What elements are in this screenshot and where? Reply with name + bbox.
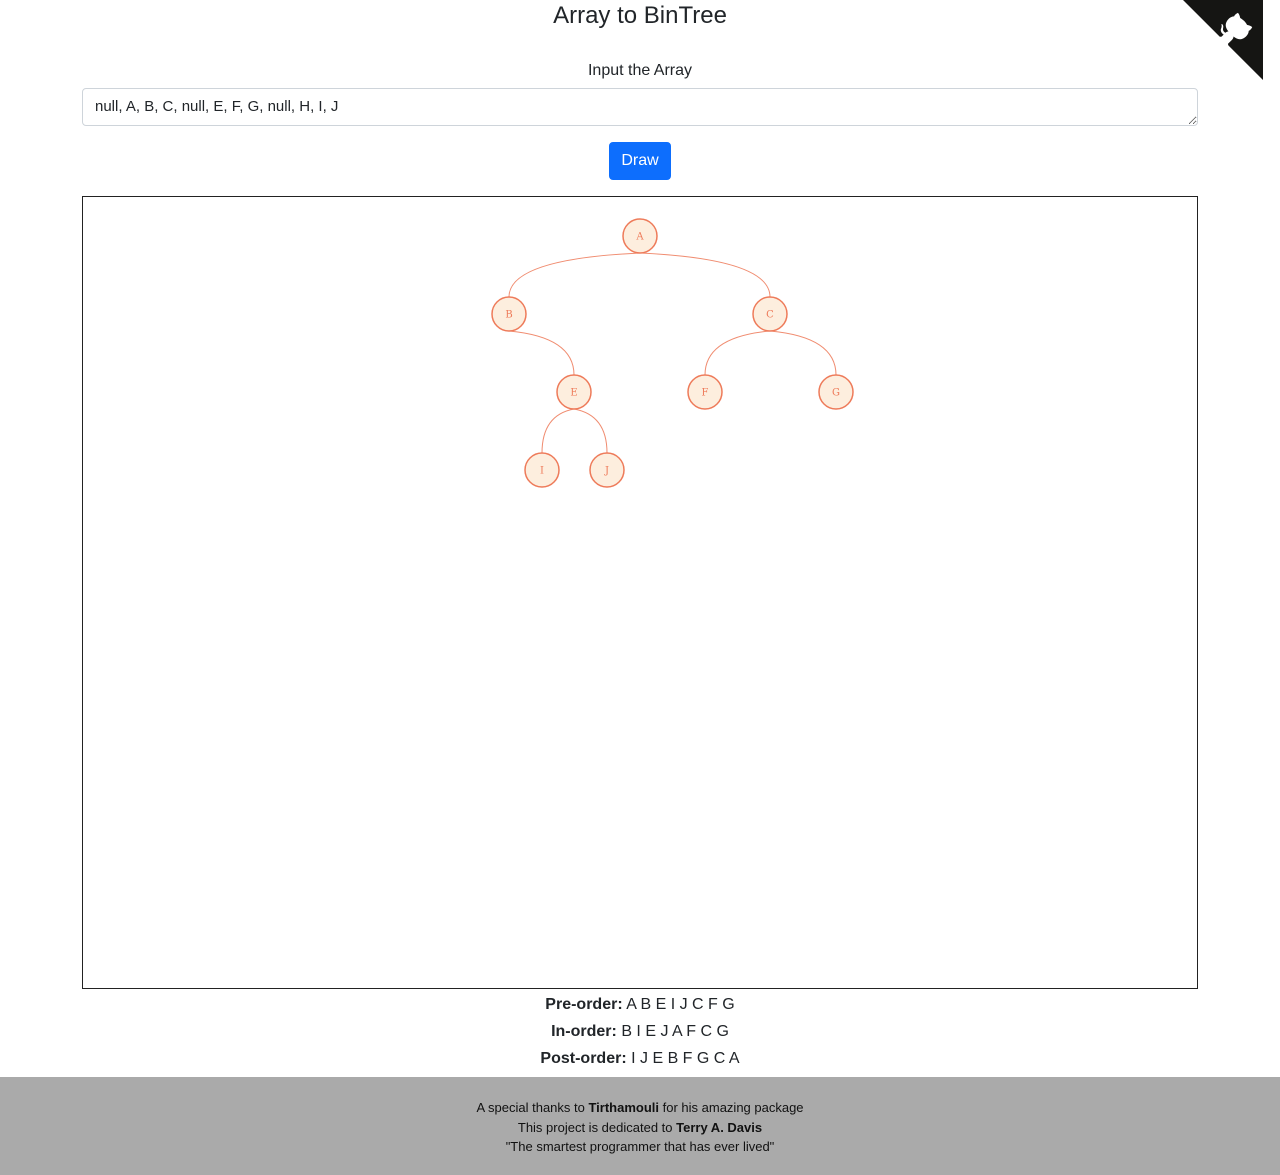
pre-order-label: Pre-order:: [545, 996, 623, 1013]
pre-order-line: Pre-order: A B E I J C F G: [0, 994, 1280, 1016]
tree-nodes: A B C E F G I J: [491, 218, 854, 488]
tree-node-label: E: [570, 388, 577, 399]
array-input-label: Input the Array: [587, 62, 693, 79]
tree-node-label: B: [505, 310, 512, 321]
tree-link-A-C: [639, 252, 771, 298]
tree-node-E: E: [556, 374, 592, 410]
footer-dedication: This project is dedicated to Terry A. Da…: [0, 1118, 1280, 1138]
tree-link-C-F: [704, 330, 771, 376]
draw-button[interactable]: Draw: [609, 142, 671, 180]
tree-node-label: A: [635, 232, 644, 243]
in-order-line: In-order: B I E J A F C G: [0, 1021, 1280, 1043]
tree-node-label: I: [540, 466, 544, 477]
tree-node-label: J: [604, 466, 609, 477]
tree-node-B: B: [491, 296, 527, 332]
tree-link-E-I: [541, 408, 575, 454]
tree-node-I: I: [524, 452, 560, 488]
tree-node-G: G: [818, 374, 854, 410]
tree-node-label: G: [832, 388, 840, 399]
tree-canvas: A B C E F G I J: [82, 196, 1198, 989]
tree-node-A: A: [622, 218, 658, 254]
footer-thanks-suffix: for his amazing package: [659, 1100, 804, 1115]
post-order-line: Post-order: I J E B F G C A: [0, 1048, 1280, 1070]
tree-links: [508, 252, 837, 454]
in-order-label: In-order:: [551, 1023, 617, 1040]
tree-node-J: J: [589, 452, 625, 488]
pre-order-value: A B E I J C F G: [626, 996, 735, 1013]
footer-thanks: A special thanks to Tirthamouli for his …: [0, 1098, 1280, 1118]
post-order-label: Post-order:: [540, 1050, 627, 1067]
tree-node-label: C: [766, 310, 774, 321]
footer-thanks-text: A special thanks to: [476, 1100, 589, 1115]
tree-link-B-E: [508, 330, 575, 376]
footer-dedication-text: This project is dedicated to: [517, 1119, 677, 1135]
footer-dedication-name: Terry A. Davis: [676, 1119, 763, 1135]
in-order-value: B I E J A F C G: [621, 1023, 729, 1040]
tree-link-A-B: [508, 252, 641, 298]
tree-link-C-G: [769, 330, 837, 376]
tree-node-F: F: [687, 374, 723, 410]
page-title: Array to BinTree: [553, 2, 727, 29]
tree-node-C: C: [752, 296, 788, 332]
footer-thanks-name: Tirthamouli: [588, 1100, 660, 1115]
footer: A special thanks to Tirthamouli for his …: [0, 1077, 1280, 1175]
tree-link-E-J: [573, 408, 608, 454]
post-order-value: I J E B F G C A: [631, 1050, 740, 1067]
footer-quote: "The smartest programmer that has ever l…: [505, 1139, 775, 1154]
binary-tree-diagram: A B C E F G I J: [491, 218, 854, 488]
array-input[interactable]: [82, 88, 1198, 126]
tree-node-label: F: [702, 388, 709, 399]
